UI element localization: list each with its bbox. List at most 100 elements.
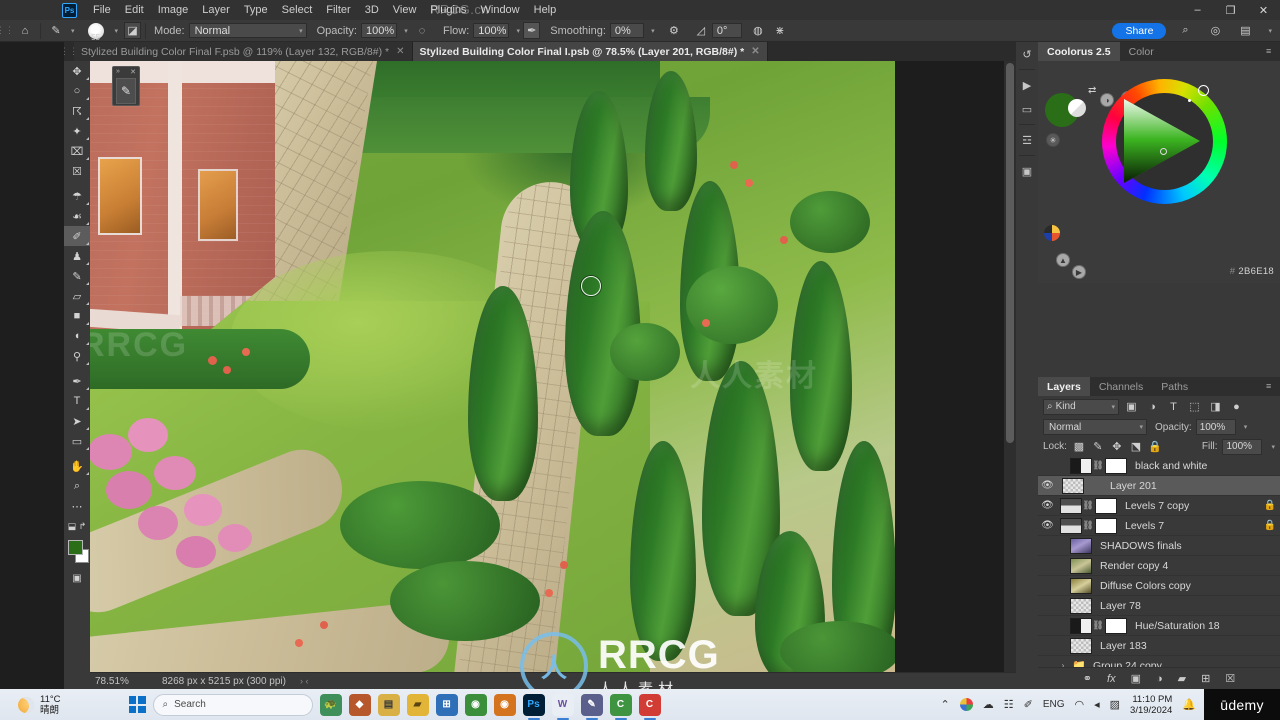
lock-transparent-pixels-icon[interactable]: ▩ xyxy=(1072,440,1086,454)
close-button[interactable]: ✕ xyxy=(1247,0,1280,20)
table-row[interactable]: Layer 183 xyxy=(1038,636,1280,656)
layer-list[interactable]: ⛓ black and white 👁 Layer 201 👁 ⛓ Levels… xyxy=(1038,456,1280,670)
document-tab-1[interactable]: Stylized Building Color Final F.psb @ 11… xyxy=(74,42,413,61)
smoothing-slider-caret-icon[interactable]: ▾ xyxy=(644,21,658,41)
move-tool[interactable]: ✥ xyxy=(64,61,90,81)
filter-smart-object-icon[interactable]: ◨ xyxy=(1207,398,1224,415)
share-button[interactable]: Share xyxy=(1112,22,1167,39)
color-wheel-mini-icon[interactable] xyxy=(1044,225,1060,241)
layer-name[interactable]: SHADOWS finals xyxy=(1092,540,1280,552)
taskbar-clock[interactable]: 11:10 PM 3/19/2024 xyxy=(1130,694,1172,716)
menu-type[interactable]: Type xyxy=(237,0,275,20)
canvas-scroll-thumb[interactable] xyxy=(1006,63,1014,443)
lock-artboard-nesting-icon[interactable]: ⬔ xyxy=(1129,440,1143,454)
menu-select[interactable]: Select xyxy=(275,0,320,20)
layer-mask-thumbnail[interactable] xyxy=(1095,497,1117,514)
coolorus-background-swatch[interactable] xyxy=(1068,99,1086,117)
layer-thumbnail[interactable] xyxy=(1070,617,1092,634)
layer-name[interactable]: Render copy 4 xyxy=(1092,560,1280,572)
link-layers-icon[interactable]: ⚭ xyxy=(1083,672,1092,685)
layer-thumbnail[interactable] xyxy=(1060,517,1082,534)
table-row[interactable]: Diffuse Colors copy xyxy=(1038,576,1280,596)
taskbar-app-folder[interactable]: ▰ xyxy=(406,693,429,716)
comments-panel-icon[interactable]: ▭ xyxy=(1016,97,1038,121)
table-row[interactable]: 👁 Layer 201 xyxy=(1038,476,1280,496)
menu-3d[interactable]: 3D xyxy=(358,0,386,20)
more-tools-button[interactable]: ⋯ xyxy=(64,496,90,516)
layer-link-icon[interactable]: ⛓ xyxy=(1082,500,1094,511)
marquee-tool[interactable]: ○ xyxy=(64,81,90,101)
tab-paths[interactable]: Paths xyxy=(1152,377,1197,396)
taskbar-search-box[interactable]: ⌕ Search xyxy=(152,693,313,716)
libraries-panel-icon[interactable]: ▣ xyxy=(1016,159,1038,183)
minimize-button[interactable]: – xyxy=(1181,0,1214,20)
layer-name[interactable]: Layer 201 xyxy=(1084,480,1280,492)
layer-name[interactable]: black and white xyxy=(1127,460,1280,472)
history-brush-tool[interactable]: ✎ xyxy=(64,266,90,286)
new-fill-adjustment-icon[interactable]: ◑ xyxy=(1156,673,1163,685)
layer-filter-kind-select[interactable]: ⌕ Kind ▾ xyxy=(1043,398,1119,415)
table-row[interactable]: 👁 ⛓ Levels 7 copy 🔒 xyxy=(1038,496,1280,516)
layer-thumbnail[interactable] xyxy=(1070,537,1092,554)
gear-icon[interactable]: ⚙ xyxy=(663,21,685,41)
layer-name[interactable]: Layer 183 xyxy=(1092,640,1280,652)
layer-thumbnail[interactable] xyxy=(1070,457,1092,474)
layer-opacity-input[interactable]: 100% xyxy=(1195,419,1236,435)
tab-color[interactable]: Color xyxy=(1120,42,1163,61)
eyedropper-tool[interactable]: ☂ xyxy=(64,186,90,206)
filter-shape-icon[interactable]: ⬚ xyxy=(1186,398,1203,415)
pressure-size-icon[interactable]: ◍ xyxy=(747,21,769,41)
lock-all-icon[interactable]: 🔒 xyxy=(1148,440,1162,454)
panel-menu-icon[interactable]: ≡ xyxy=(1266,47,1275,56)
filter-pixel-icon[interactable]: ▣ xyxy=(1123,398,1140,415)
layer-link-icon[interactable]: ⛓ xyxy=(1082,520,1094,531)
dodge-tool[interactable]: ⚲ xyxy=(64,346,90,366)
layer-style-icon[interactable]: fx xyxy=(1107,673,1116,685)
table-row[interactable]: Layer 78 xyxy=(1038,596,1280,616)
panel-menu-icon[interactable]: ≡ xyxy=(1266,382,1275,391)
workspace-caret-icon[interactable]: ▾ xyxy=(1268,27,1272,35)
layer-visibility-toggle[interactable] xyxy=(1038,596,1057,616)
layer-visibility-toggle[interactable]: 👁 xyxy=(1038,516,1057,536)
layer-thumbnail[interactable] xyxy=(1070,557,1092,574)
layer-fill-input[interactable]: 100% xyxy=(1222,438,1263,455)
artwork-canvas[interactable]: RRCG 人人素材 xyxy=(90,61,895,673)
layer-name[interactable]: Hue/Saturation 18 xyxy=(1127,620,1280,632)
smoothing-input[interactable]: 0% xyxy=(609,23,644,38)
layer-visibility-toggle[interactable] xyxy=(1038,556,1057,576)
status-bar-arrows[interactable]: › ‹ xyxy=(286,676,309,686)
taskbar-app-turtle[interactable]: 🐢 xyxy=(319,693,342,716)
layer-visibility-toggle[interactable] xyxy=(1038,576,1057,596)
onedrive-icon[interactable]: ☁ xyxy=(983,698,994,711)
maximize-button[interactable]: ❐ xyxy=(1214,0,1247,20)
canvas-area[interactable]: RRCG 人人素材 » ✕ ✎ xyxy=(90,61,1016,689)
menu-edit[interactable]: Edit xyxy=(118,0,151,20)
taskbar-app-word[interactable]: W xyxy=(551,693,574,720)
type-tool[interactable]: T xyxy=(64,391,90,411)
opacity-slider-caret-icon[interactable]: ▾ xyxy=(397,21,411,41)
brush-hud-widget[interactable]: » ✕ ✎ xyxy=(112,66,140,106)
layer-visibility-toggle[interactable]: 👁 xyxy=(1038,496,1057,516)
language-indicator[interactable]: ENG xyxy=(1043,699,1065,710)
pressure-opacity-icon[interactable]: ◌ xyxy=(411,21,433,41)
table-row[interactable]: ⛓ Hue/Saturation 18 xyxy=(1038,616,1280,636)
taskbar-app-explorer[interactable]: ▤ xyxy=(377,693,400,716)
lock-position-icon[interactable]: ✥ xyxy=(1110,440,1124,454)
layer-name[interactable]: Levels 7 copy xyxy=(1117,500,1260,512)
opacity-input[interactable]: 100% xyxy=(360,23,397,38)
swap-icon[interactable]: ⇄ xyxy=(1088,85,1096,96)
filter-type-icon[interactable]: T xyxy=(1165,398,1182,415)
layer-mask-thumbnail[interactable] xyxy=(1105,617,1127,634)
layer-fill-caret-icon[interactable]: ▾ xyxy=(1271,443,1275,451)
gradient-tool[interactable]: ■ xyxy=(64,306,90,326)
search-icon[interactable]: ⌕ xyxy=(1174,21,1196,41)
table-row[interactable]: 👁 ⛓ Levels 7 🔒 xyxy=(1038,516,1280,536)
frame-tool[interactable]: ☒ xyxy=(64,161,90,181)
delete-layer-icon[interactable]: ☒ xyxy=(1225,672,1235,685)
brush-hud-icon[interactable]: ✎ xyxy=(116,78,136,104)
clone-stamp-tool[interactable]: ♟ xyxy=(64,246,90,266)
taskbar-app-eye[interactable]: ◉ xyxy=(493,693,516,716)
settings-icon[interactable]: ✳ xyxy=(1046,133,1060,147)
layer-visibility-toggle[interactable] xyxy=(1038,456,1057,476)
canvas-vertical-scrollbar[interactable] xyxy=(1004,61,1016,672)
